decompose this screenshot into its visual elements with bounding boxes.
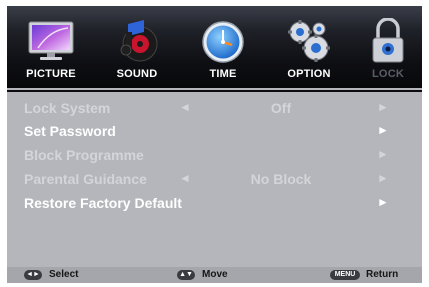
- menu-item-set-password[interactable]: Set Password ►: [7, 119, 422, 143]
- menu-item-label: Block Programme: [24, 147, 144, 163]
- hint-move-label: Move: [202, 269, 228, 280]
- menu-item-label: Set Password: [24, 123, 116, 139]
- tab-label: LOCK: [372, 68, 404, 80]
- menu-key-icon: MENU: [330, 270, 360, 280]
- menu-item-parental-guidance[interactable]: Parental Guidance ◄ No Block ►: [7, 167, 422, 191]
- tab-bar: PICTURE SOUND TIME OPTION LOCK: [7, 6, 422, 90]
- hint-return-label: Return: [366, 269, 399, 280]
- speaker-icon: [120, 20, 158, 62]
- tab-option[interactable]: OPTION: [271, 6, 347, 90]
- tab-label: OPTION: [287, 68, 331, 80]
- clock-icon: [202, 21, 244, 63]
- tab-time[interactable]: TIME: [185, 6, 261, 90]
- menu-item-label: Lock System: [24, 100, 111, 116]
- up-down-key-icon: ▲▼: [177, 270, 195, 280]
- menu-item-value: No Block: [250, 171, 312, 187]
- left-right-key-icon: ◄►: [24, 270, 42, 280]
- right-arrow-icon[interactable]: ►: [377, 147, 389, 161]
- hint-select-label: Select: [49, 269, 79, 280]
- tv-menu-frame: PICTURE SOUND TIME OPTION LOCK Lock Syst…: [7, 6, 422, 283]
- tab-picture[interactable]: PICTURE: [13, 6, 89, 90]
- right-arrow-icon[interactable]: ►: [377, 171, 389, 185]
- right-arrow-icon[interactable]: ►: [377, 123, 389, 137]
- menu-item-label: Parental Guidance: [24, 171, 147, 187]
- tab-label: SOUND: [116, 68, 158, 80]
- left-arrow-icon[interactable]: ◄: [179, 171, 191, 185]
- lock-menu-list: Lock System ◄ Off ► Set Password ► Block…: [7, 92, 422, 267]
- tab-sound[interactable]: SOUND: [99, 6, 175, 90]
- menu-item-lock-system[interactable]: Lock System ◄ Off ►: [7, 96, 422, 120]
- gears-icon: [288, 20, 330, 62]
- right-arrow-icon[interactable]: ►: [377, 100, 389, 114]
- tab-label: PICTURE: [26, 68, 76, 80]
- menu-item-value: Off: [270, 100, 292, 116]
- footer-hint-bar: ◄► Select ▲▼ Move MENU Return: [7, 267, 422, 283]
- tab-label: TIME: [209, 68, 237, 80]
- padlock-icon: [372, 18, 404, 63]
- menu-item-restore-factory-default[interactable]: Restore Factory Default ►: [7, 191, 422, 215]
- left-arrow-icon[interactable]: ◄: [179, 100, 191, 114]
- tab-lock[interactable]: LOCK: [355, 6, 421, 90]
- menu-item-block-programme[interactable]: Block Programme ►: [7, 143, 422, 167]
- menu-item-label: Restore Factory Default: [24, 195, 182, 211]
- monitor-icon: [28, 21, 74, 60]
- right-arrow-icon[interactable]: ►: [377, 195, 389, 209]
